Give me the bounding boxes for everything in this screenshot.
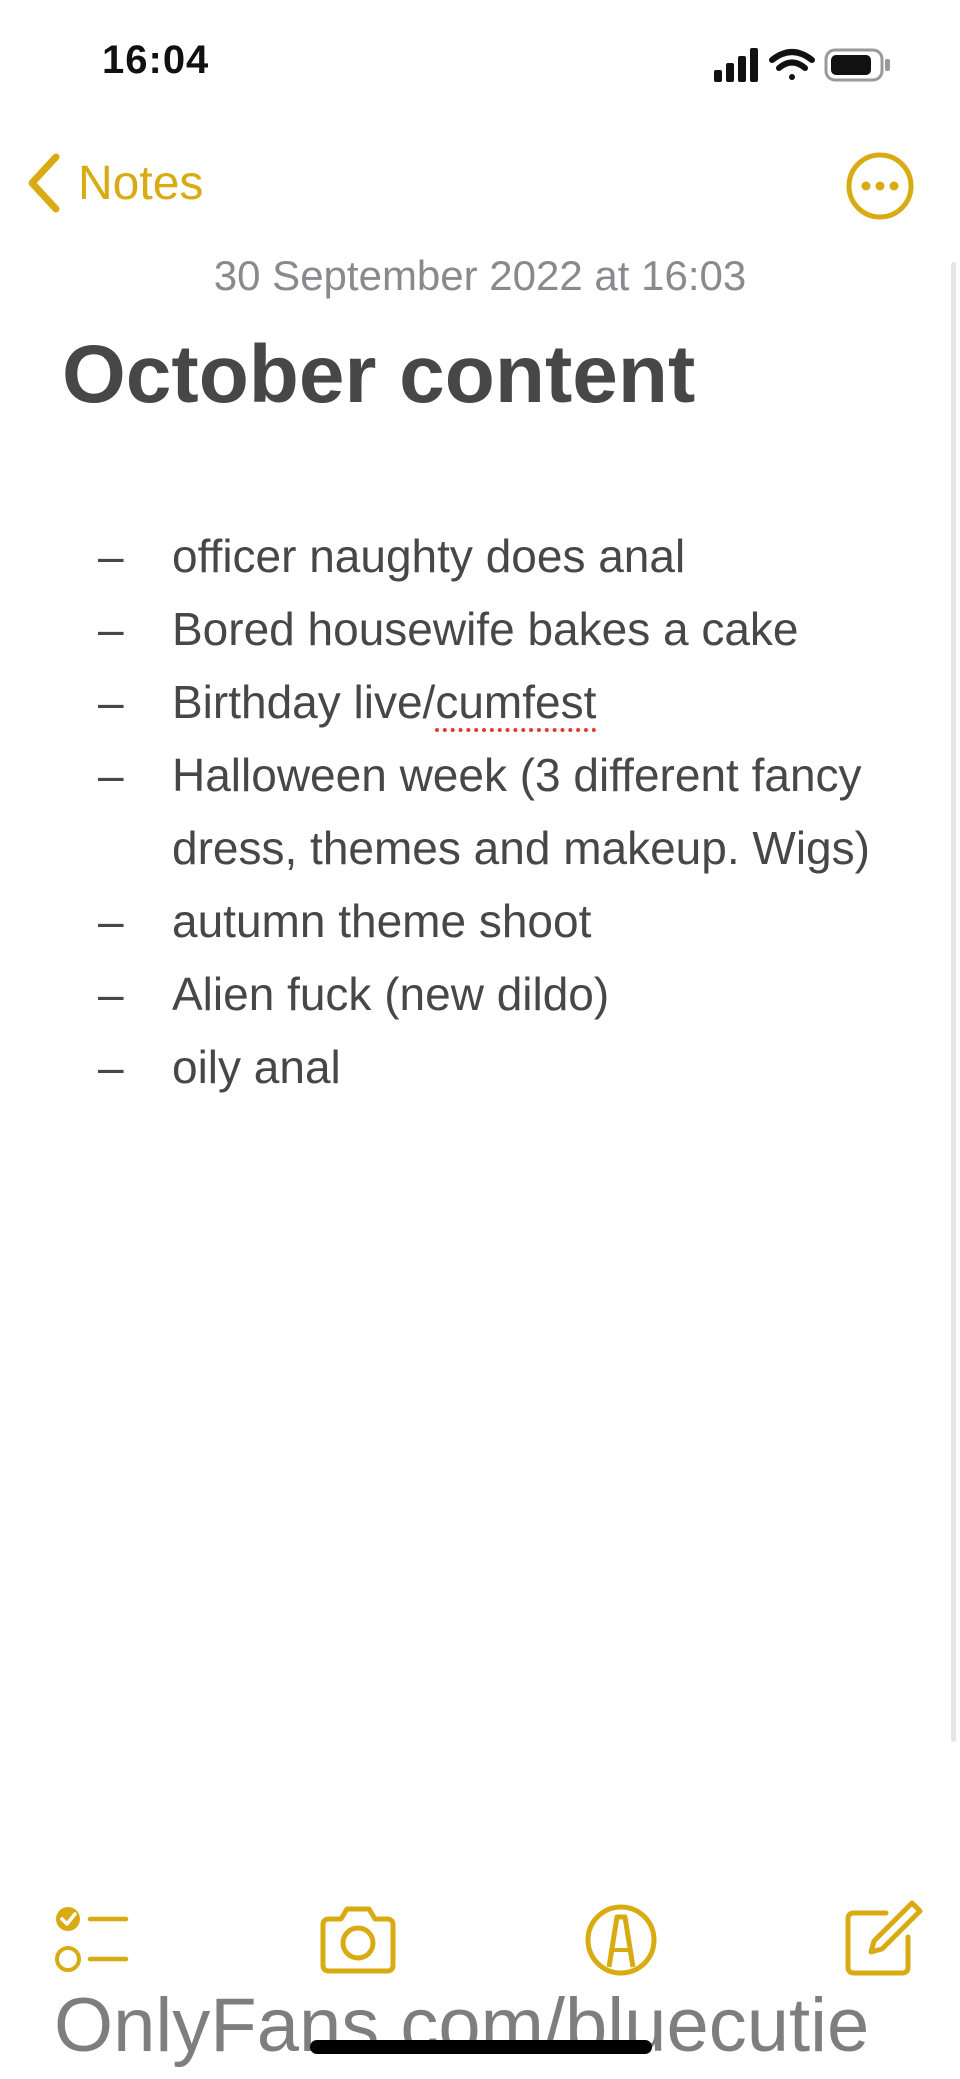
wifi-icon xyxy=(769,49,815,80)
list-item[interactable]: – Alien fuck (new dildo) xyxy=(0,958,960,1031)
misspelled-word[interactable]: cumfest xyxy=(435,676,596,728)
bullet-dash: – xyxy=(98,968,124,1020)
checklist-icon[interactable] xyxy=(48,1895,138,1985)
list-item-text: oily anal xyxy=(172,1041,341,1093)
back-label: Notes xyxy=(78,156,204,210)
list-item-text: Halloween week (3 different fancy dress,… xyxy=(172,749,870,874)
list-item-text: Bored housewife bakes a cake xyxy=(172,603,799,655)
battery-icon xyxy=(824,48,890,82)
bullet-dash: – xyxy=(98,1041,124,1093)
back-button[interactable]: Notes xyxy=(24,148,203,218)
list-item[interactable]: – oily anal xyxy=(0,1031,960,1104)
chevron-left-icon xyxy=(28,153,60,213)
list-item-text: autumn theme shoot xyxy=(172,895,592,947)
bullet-dash: – xyxy=(98,749,124,801)
note-date: 30 September 2022 at 16:03 xyxy=(213,252,747,299)
list-item[interactable]: – Halloween week (3 different fancy dres… xyxy=(0,739,960,885)
cellular-signal-icon xyxy=(714,48,758,82)
markup-pen-icon[interactable] xyxy=(576,1895,666,1985)
nav-bar: Notes xyxy=(0,140,960,230)
bullet-dash: – xyxy=(98,530,124,582)
list-item[interactable]: – Birthday live/cumfest xyxy=(0,666,960,739)
list-item-text: officer naughty does anal xyxy=(172,530,686,582)
compose-icon[interactable] xyxy=(836,1895,926,1985)
list-item-text: Alien fuck (new dildo) xyxy=(172,968,610,1020)
watermark: OnlyFans.com/bluecutie xyxy=(54,1983,870,2068)
status-time: 16:04 xyxy=(102,38,210,82)
bullet-dash: – xyxy=(98,676,124,728)
list-item-text: Birthday live/ xyxy=(172,676,436,728)
list-item[interactable]: – Bored housewife bakes a cake xyxy=(0,593,960,666)
note-list[interactable]: – officer naughty does anal – Bored hous… xyxy=(0,520,960,1104)
camera-icon[interactable] xyxy=(313,1895,403,1985)
bullet-dash: – xyxy=(98,603,124,655)
home-indicator[interactable] xyxy=(310,2040,652,2054)
bullet-dash: – xyxy=(98,895,124,947)
list-item[interactable]: – autumn theme shoot xyxy=(0,885,960,958)
status-icons xyxy=(714,48,890,82)
bottom-toolbar xyxy=(0,1895,960,1995)
ellipsis-circle-icon[interactable] xyxy=(844,150,916,222)
scrollbar[interactable] xyxy=(951,262,956,1742)
list-item[interactable]: – officer naughty does anal xyxy=(0,520,960,593)
note-title[interactable]: October content xyxy=(62,328,695,422)
status-bar: 16:04 xyxy=(0,0,960,120)
